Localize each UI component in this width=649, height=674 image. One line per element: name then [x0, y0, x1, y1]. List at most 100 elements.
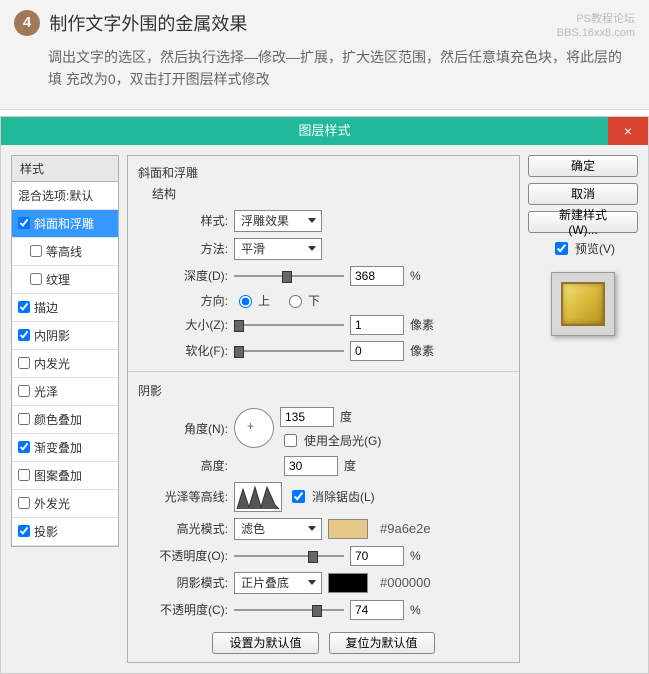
depth-slider[interactable] — [234, 269, 344, 283]
style-checkbox[interactable] — [18, 525, 30, 537]
direction-label: 方向: — [138, 292, 228, 309]
style-item-label: 外发光 — [34, 495, 70, 512]
style-label: 样式: — [138, 212, 228, 229]
style-item-11[interactable]: 投影 — [12, 518, 118, 546]
reset-default-button[interactable]: 复位为默认值 — [329, 632, 435, 654]
style-item-5[interactable]: 内发光 — [12, 350, 118, 378]
highlight-opacity-input[interactable] — [350, 546, 404, 566]
preview-thumbnail — [551, 272, 615, 336]
style-item-label: 渐变叠加 — [34, 439, 82, 456]
angle-dial[interactable] — [234, 408, 274, 448]
size-label: 大小(Z): — [138, 316, 228, 333]
step-description: 调出文字的选区，然后执行选择—修改—扩展，扩大选区范围，然后任意填充色块，将此层… — [48, 46, 635, 91]
style-item-10[interactable]: 外发光 — [12, 490, 118, 518]
style-checkbox[interactable] — [18, 413, 30, 425]
antialias-checkbox[interactable]: 消除锯齿(L) — [288, 487, 375, 506]
style-checkbox[interactable] — [18, 497, 30, 509]
angle-label: 角度(N): — [138, 420, 228, 437]
style-item-label: 内阴影 — [34, 327, 70, 344]
style-item-0[interactable]: 斜面和浮雕 — [12, 210, 118, 238]
set-default-button[interactable]: 设置为默认值 — [212, 632, 318, 654]
style-item-4[interactable]: 内阴影 — [12, 322, 118, 350]
style-checkbox[interactable] — [18, 217, 30, 229]
style-checkbox[interactable] — [18, 441, 30, 453]
percent-unit: % — [410, 269, 421, 283]
shadow-mode-label: 阴影模式: — [138, 574, 228, 591]
style-select[interactable]: 浮雕效果 — [234, 210, 322, 232]
highlight-opacity-label: 不透明度(O): — [138, 547, 228, 564]
style-checkbox[interactable] — [18, 301, 30, 313]
cancel-button[interactable]: 取消 — [528, 183, 638, 205]
step-title: 制作文字外围的金属效果 — [49, 10, 247, 36]
depth-input[interactable] — [350, 266, 404, 286]
styles-sidebar: 样式 混合选项:默认 斜面和浮雕等高线纹理描边内阴影内发光光泽颜色叠加渐变叠加图… — [11, 155, 119, 663]
blend-options-item[interactable]: 混合选项:默认 — [12, 182, 118, 210]
highlight-opacity-slider[interactable] — [234, 549, 344, 563]
style-item-6[interactable]: 光泽 — [12, 378, 118, 406]
style-item-label: 图案叠加 — [34, 467, 82, 484]
style-checkbox[interactable] — [18, 329, 30, 341]
shadow-color-swatch[interactable] — [328, 573, 368, 593]
highlight-hex: #9a6e2e — [380, 521, 431, 536]
dialog-titlebar[interactable]: 图层样式 × — [1, 117, 648, 145]
tutorial-header: 4 制作文字外围的金属效果 PS教程论坛 BBS.16xx8.com 调出文字的… — [0, 0, 649, 110]
shadow-mode-select[interactable]: 正片叠底 — [234, 572, 322, 594]
style-item-label: 光泽 — [34, 383, 58, 400]
style-item-label: 内发光 — [34, 355, 70, 372]
style-item-3[interactable]: 描边 — [12, 294, 118, 322]
shadow-opacity-label: 不透明度(C): — [138, 601, 228, 618]
shadow-opacity-slider[interactable] — [234, 603, 344, 617]
shadow-section-label: 阴影 — [138, 382, 509, 399]
styles-list: 混合选项:默认 斜面和浮雕等高线纹理描边内阴影内发光光泽颜色叠加渐变叠加图案叠加… — [11, 182, 119, 547]
direction-up-radio[interactable]: 上 — [234, 292, 270, 309]
layer-style-dialog: 图层样式 × 样式 混合选项:默认 斜面和浮雕等高线纹理描边内阴影内发光光泽颜色… — [0, 116, 649, 674]
deg-unit-2: 度 — [344, 457, 356, 474]
panel-section-title: 斜面和浮雕 — [138, 164, 509, 181]
global-light-checkbox[interactable]: 使用全局光(G) — [280, 431, 381, 450]
ok-button[interactable]: 确定 — [528, 155, 638, 177]
style-checkbox[interactable] — [18, 385, 30, 397]
style-item-label: 斜面和浮雕 — [34, 215, 94, 232]
gloss-contour-label: 光泽等高线: — [138, 488, 228, 505]
angle-input[interactable] — [280, 407, 334, 427]
style-item-label: 纹理 — [46, 271, 70, 288]
style-item-label: 等高线 — [46, 243, 82, 260]
new-style-button[interactable]: 新建样式(W)... — [528, 211, 638, 233]
highlight-color-swatch[interactable] — [328, 519, 368, 539]
style-item-label: 投影 — [34, 523, 58, 540]
size-input[interactable] — [350, 315, 404, 335]
highlight-mode-select[interactable]: 滤色 — [234, 518, 322, 540]
style-item-8[interactable]: 渐变叠加 — [12, 434, 118, 462]
method-select[interactable]: 平滑 — [234, 238, 322, 260]
soften-slider[interactable] — [234, 344, 344, 358]
px-unit-2: 像素 — [410, 342, 434, 359]
step-number-badge: 4 — [14, 10, 40, 36]
style-checkbox[interactable] — [30, 273, 42, 285]
style-item-label: 描边 — [34, 299, 58, 316]
style-item-label: 颜色叠加 — [34, 411, 82, 428]
altitude-input[interactable] — [284, 456, 338, 476]
preview-checkbox[interactable]: 预览(V) — [551, 239, 615, 258]
style-checkbox[interactable] — [18, 469, 30, 481]
dialog-title: 图层样式 — [298, 123, 350, 138]
style-checkbox[interactable] — [18, 357, 30, 369]
gloss-contour-picker[interactable] — [234, 482, 282, 512]
shadow-opacity-input[interactable] — [350, 600, 404, 620]
style-checkbox[interactable] — [30, 245, 42, 257]
depth-label: 深度(D): — [138, 267, 228, 284]
style-item-9[interactable]: 图案叠加 — [12, 462, 118, 490]
highlight-mode-label: 高光模式: — [138, 520, 228, 537]
dialog-buttons: 确定 取消 新建样式(W)... 预览(V) — [528, 155, 638, 663]
watermark: PS教程论坛 BBS.16xx8.com — [557, 12, 635, 41]
close-button[interactable]: × — [608, 117, 648, 145]
soften-label: 软化(F): — [138, 342, 228, 359]
style-item-2[interactable]: 纹理 — [12, 266, 118, 294]
style-item-7[interactable]: 颜色叠加 — [12, 406, 118, 434]
px-unit: 像素 — [410, 316, 434, 333]
method-label: 方法: — [138, 240, 228, 257]
soften-input[interactable] — [350, 341, 404, 361]
size-slider[interactable] — [234, 318, 344, 332]
direction-down-radio[interactable]: 下 — [284, 292, 320, 309]
style-item-1[interactable]: 等高线 — [12, 238, 118, 266]
styles-header: 样式 — [11, 155, 119, 182]
